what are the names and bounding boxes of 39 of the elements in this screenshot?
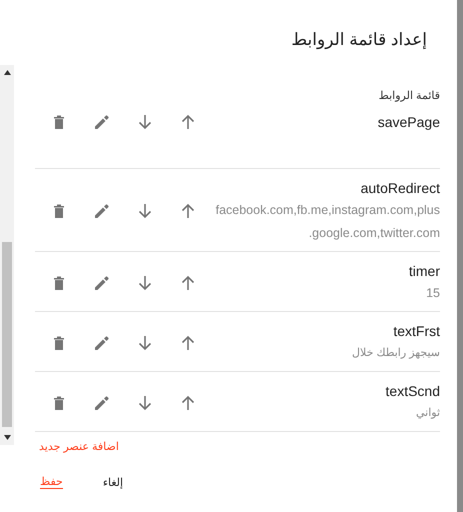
item-name: textFrst [393, 322, 440, 341]
pencil-icon [94, 394, 110, 410]
item-name: autoRedirect [360, 179, 440, 198]
add-item-link[interactable]: اضافة عنصر جديد [39, 440, 119, 453]
scrollbar[interactable] [0, 65, 14, 445]
trash-icon [53, 274, 65, 290]
item-name: textScnd [386, 382, 440, 401]
arrow-up-icon [181, 274, 195, 290]
section-label: قائمة الروابط [378, 90, 440, 102]
trash-icon [53, 334, 65, 350]
pencil-icon [94, 274, 110, 290]
arrow-down-icon [138, 274, 152, 290]
scroll-down-icon[interactable] [4, 435, 10, 440]
pencil-icon [94, 203, 110, 219]
arrow-up-icon [181, 334, 195, 350]
trash-icon [53, 114, 65, 130]
arrow-down-icon [138, 114, 152, 130]
dialog-title: إعداد قائمة الروابط [290, 29, 428, 52]
save-button[interactable]: حفظ [40, 475, 63, 489]
item-value: .google.com,twitter.com [308, 225, 440, 242]
trash-icon [53, 203, 65, 219]
cancel-button[interactable]: إلغاء [102, 475, 124, 489]
pencil-icon [94, 334, 110, 350]
pencil-icon [94, 114, 110, 130]
trash-icon [53, 394, 65, 410]
item-name: savePage [378, 113, 440, 132]
arrow-down-icon [138, 334, 152, 350]
item-value: 15 [426, 285, 440, 302]
arrow-down-icon [138, 394, 152, 410]
item-value: سيجهز رابطك خلال [352, 346, 440, 361]
item-value: ثواني [416, 406, 440, 421]
arrow-up-icon [181, 114, 195, 130]
item-value: facebook.com,fb.me,instagram.com,plus [216, 202, 440, 219]
scroll-up-icon[interactable] [4, 70, 10, 75]
item-name: timer [408, 262, 440, 281]
scrollbar-thumb[interactable] [2, 242, 12, 427]
arrow-up-icon [181, 203, 195, 219]
arrow-up-icon [181, 394, 195, 410]
arrow-down-icon [138, 203, 152, 219]
